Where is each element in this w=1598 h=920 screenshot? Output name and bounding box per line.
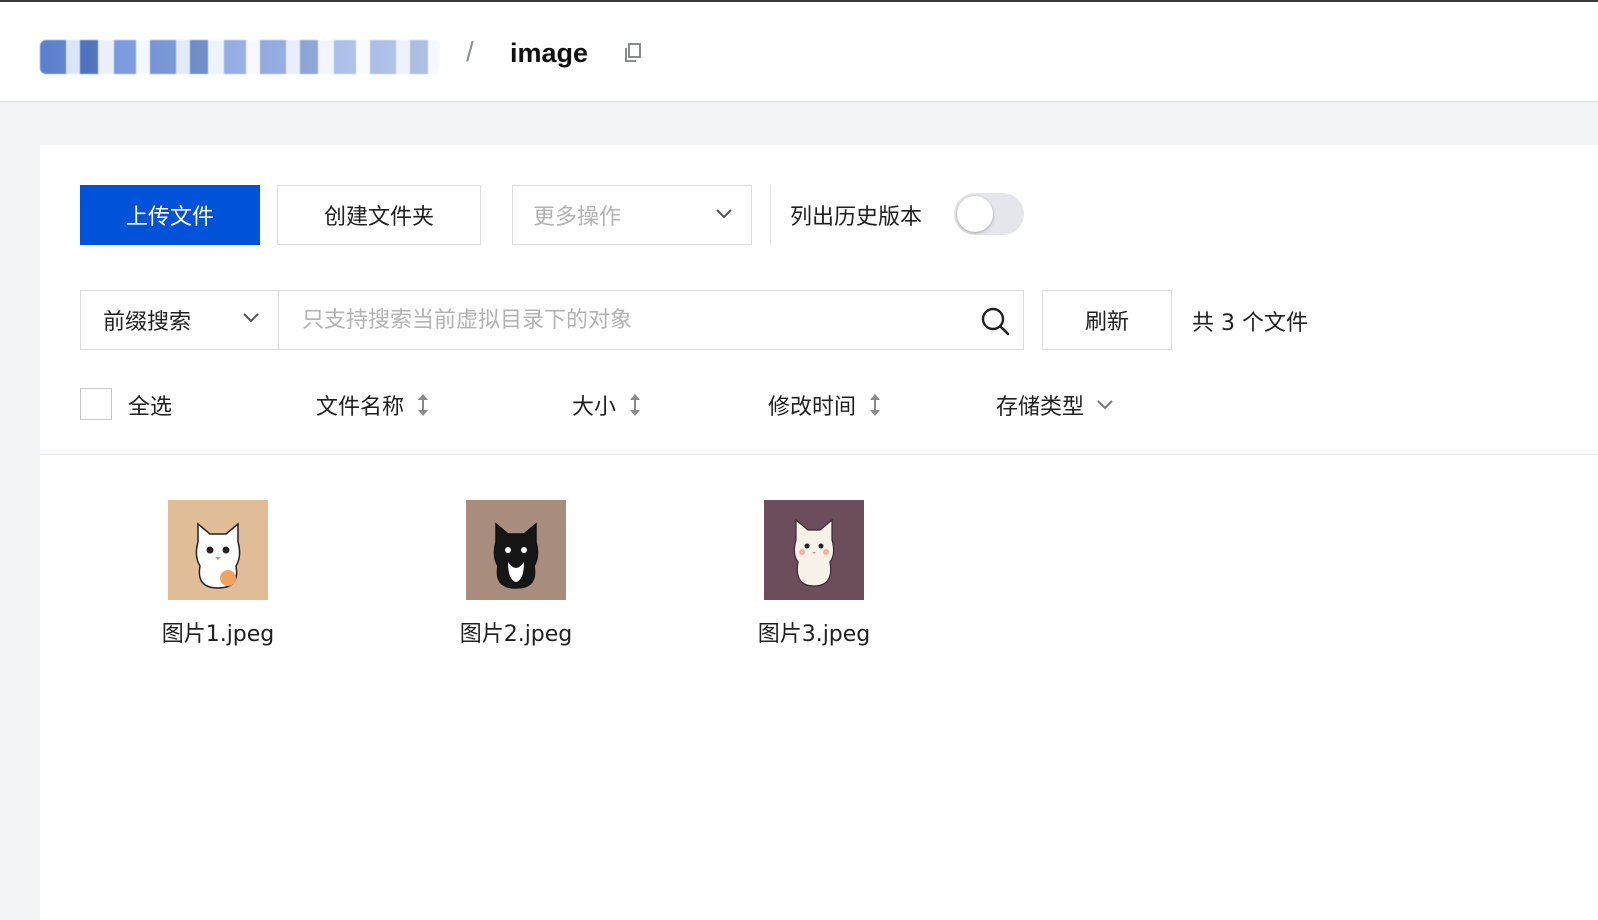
select-all-label[interactable]: 全选: [128, 389, 172, 421]
sort-icon: [870, 394, 881, 416]
cat-thumbnail-icon: [466, 500, 566, 600]
cat-thumbnail-icon: [168, 500, 268, 600]
search-input[interactable]: [280, 291, 970, 349]
sort-by-modified[interactable]: 修改时间: [768, 389, 882, 421]
column-modified-label: 修改时间: [768, 395, 857, 420]
bucket-name-redacted[interactable]: [40, 40, 440, 74]
chevron-down-icon: [1097, 400, 1113, 410]
more-actions-label: 更多操作: [533, 205, 622, 230]
history-versions-toggle[interactable]: [954, 193, 1024, 235]
file-item[interactable]: 图片2.jpeg: [416, 500, 616, 648]
file-name: 图片1.jpeg: [161, 622, 275, 647]
breadcrumb-current-folder: image: [510, 38, 589, 68]
column-name-label: 文件名称: [316, 395, 405, 420]
sort-by-size[interactable]: 大小: [572, 389, 642, 421]
file-name: 图片2.jpeg: [459, 622, 573, 647]
create-folder-button[interactable]: 创建文件夹: [277, 185, 481, 245]
sort-icon: [418, 394, 429, 416]
history-versions-label: 列出历史版本: [790, 205, 923, 230]
select-all-checkbox[interactable]: [80, 388, 112, 420]
more-actions-select[interactable]: 更多操作: [512, 185, 752, 245]
chevron-down-icon: [243, 313, 259, 323]
cat-thumbnail-icon: [764, 500, 864, 600]
file-name: 图片3.jpeg: [757, 622, 871, 647]
column-size-label: 大小: [572, 395, 617, 420]
sort-icon: [630, 394, 641, 416]
toolbar-divider: [770, 185, 771, 245]
breadcrumb-separator: /: [466, 36, 474, 67]
file-item[interactable]: 图片3.jpeg: [714, 500, 914, 648]
sort-by-name[interactable]: 文件名称: [316, 389, 430, 421]
header-bar: / image: [0, 2, 1598, 102]
toggle-knob: [957, 196, 993, 232]
refresh-button[interactable]: 刷新: [1042, 290, 1172, 350]
filter-by-storage[interactable]: 存储类型: [996, 389, 1114, 421]
search-group: 前缀搜索: [80, 290, 1024, 350]
chevron-down-icon: [716, 209, 732, 219]
search-type-select[interactable]: 前缀搜索: [81, 291, 279, 349]
file-count: 共 3 个文件: [1192, 311, 1308, 336]
search-type-label: 前缀搜索: [103, 310, 192, 335]
column-storage-label: 存储类型: [996, 395, 1085, 420]
file-panel: 上传文件 创建文件夹 更多操作 列出历史版本 前缀搜索 刷新 共 3 个文件 全…: [40, 145, 1598, 920]
upload-file-button[interactable]: 上传文件: [80, 185, 260, 245]
file-item[interactable]: 图片1.jpeg: [118, 500, 318, 648]
copy-icon[interactable]: [622, 42, 644, 64]
search-icon[interactable]: [979, 305, 1011, 337]
